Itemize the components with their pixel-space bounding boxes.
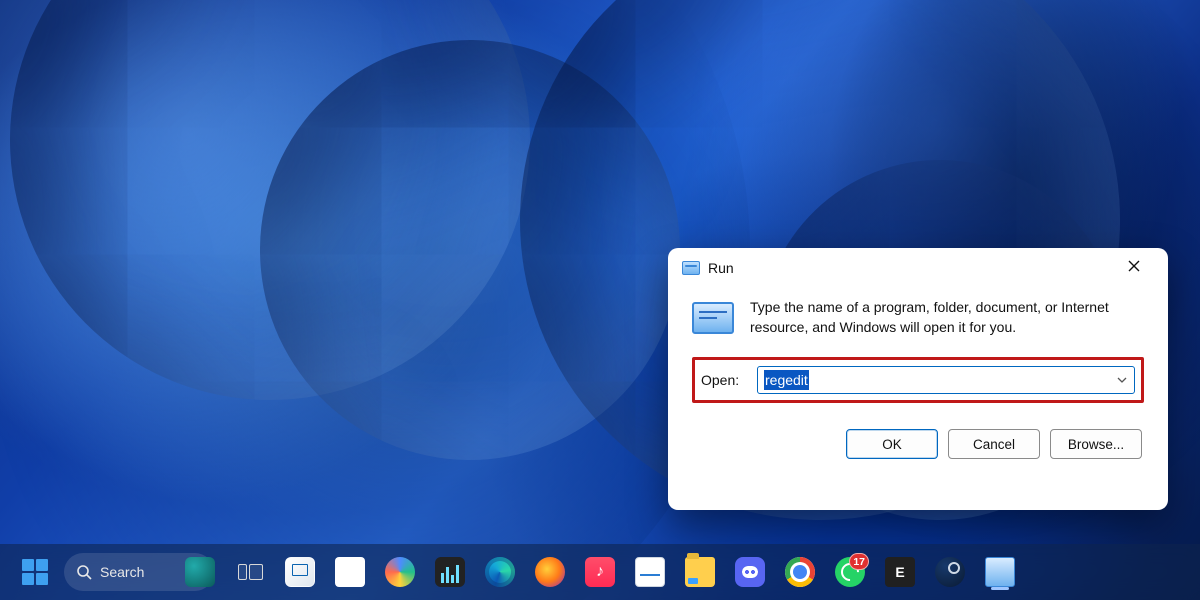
windows-logo-icon xyxy=(22,559,48,585)
taskbar-chrome[interactable] xyxy=(779,551,821,593)
epic-games-icon xyxy=(885,557,915,587)
taskbar-run-app[interactable] xyxy=(979,551,1021,593)
open-input-value: regedit xyxy=(764,370,809,390)
folder-icon xyxy=(685,557,715,587)
close-button[interactable] xyxy=(1112,252,1156,284)
run-dialog-titlebar[interactable]: Run xyxy=(668,248,1168,288)
taskbar-task-view[interactable] xyxy=(229,551,271,593)
browse-button[interactable]: Browse... xyxy=(1050,429,1142,459)
open-label: Open: xyxy=(701,372,745,388)
chrome-icon xyxy=(785,557,815,587)
run-dialog-title: Run xyxy=(708,260,734,276)
taskbar-firefox[interactable] xyxy=(529,551,571,593)
telescope-icon xyxy=(185,557,215,587)
active-app-indicator xyxy=(991,587,1009,590)
taskbar-music[interactable] xyxy=(579,551,621,593)
taskbar-ms-store[interactable] xyxy=(329,551,371,593)
paint-icon xyxy=(285,557,315,587)
steam-icon xyxy=(935,557,965,587)
run-description: Type the name of a program, folder, docu… xyxy=(750,298,1144,337)
taskbar-search-label: Search xyxy=(100,564,144,580)
notepad-icon xyxy=(635,557,665,587)
whatsapp-badge: 17 xyxy=(849,553,869,570)
open-combobox[interactable]: regedit xyxy=(757,366,1135,394)
cancel-button[interactable]: Cancel xyxy=(948,429,1040,459)
discord-icon xyxy=(735,557,765,587)
microsoft-icon xyxy=(335,557,365,587)
taskbar-discord[interactable] xyxy=(729,551,771,593)
taskbar-epic-games[interactable] xyxy=(879,551,921,593)
search-icon xyxy=(76,564,92,580)
run-dialog-icon xyxy=(682,261,700,275)
taskbar-steam[interactable] xyxy=(929,551,971,593)
firefox-icon xyxy=(535,557,565,587)
run-app-icon xyxy=(985,557,1015,587)
copilot-icon xyxy=(385,557,415,587)
taskbar-whatsapp[interactable]: 17 xyxy=(829,551,871,593)
edge-icon xyxy=(485,557,515,587)
close-icon xyxy=(1128,259,1140,277)
taskbar-equalizer-app[interactable] xyxy=(429,551,471,593)
task-view-icon xyxy=(238,564,263,580)
taskbar-edge[interactable] xyxy=(479,551,521,593)
run-dialog: Run Type the name of a program, folder, … xyxy=(668,248,1168,510)
taskbar: Search 17 xyxy=(0,544,1200,600)
taskbar-copilot[interactable] xyxy=(379,551,421,593)
ok-button[interactable]: OK xyxy=(846,429,938,459)
open-row-highlight: Open: regedit xyxy=(692,357,1144,403)
run-body-icon xyxy=(692,302,734,334)
taskbar-telescope-app[interactable] xyxy=(179,551,221,593)
start-button[interactable] xyxy=(14,551,56,593)
chevron-down-icon[interactable] xyxy=(1116,374,1128,386)
taskbar-notepad[interactable] xyxy=(629,551,671,593)
music-icon xyxy=(585,557,615,587)
taskbar-paint[interactable] xyxy=(279,551,321,593)
taskbar-file-explorer[interactable] xyxy=(679,551,721,593)
equalizer-icon xyxy=(435,557,465,587)
